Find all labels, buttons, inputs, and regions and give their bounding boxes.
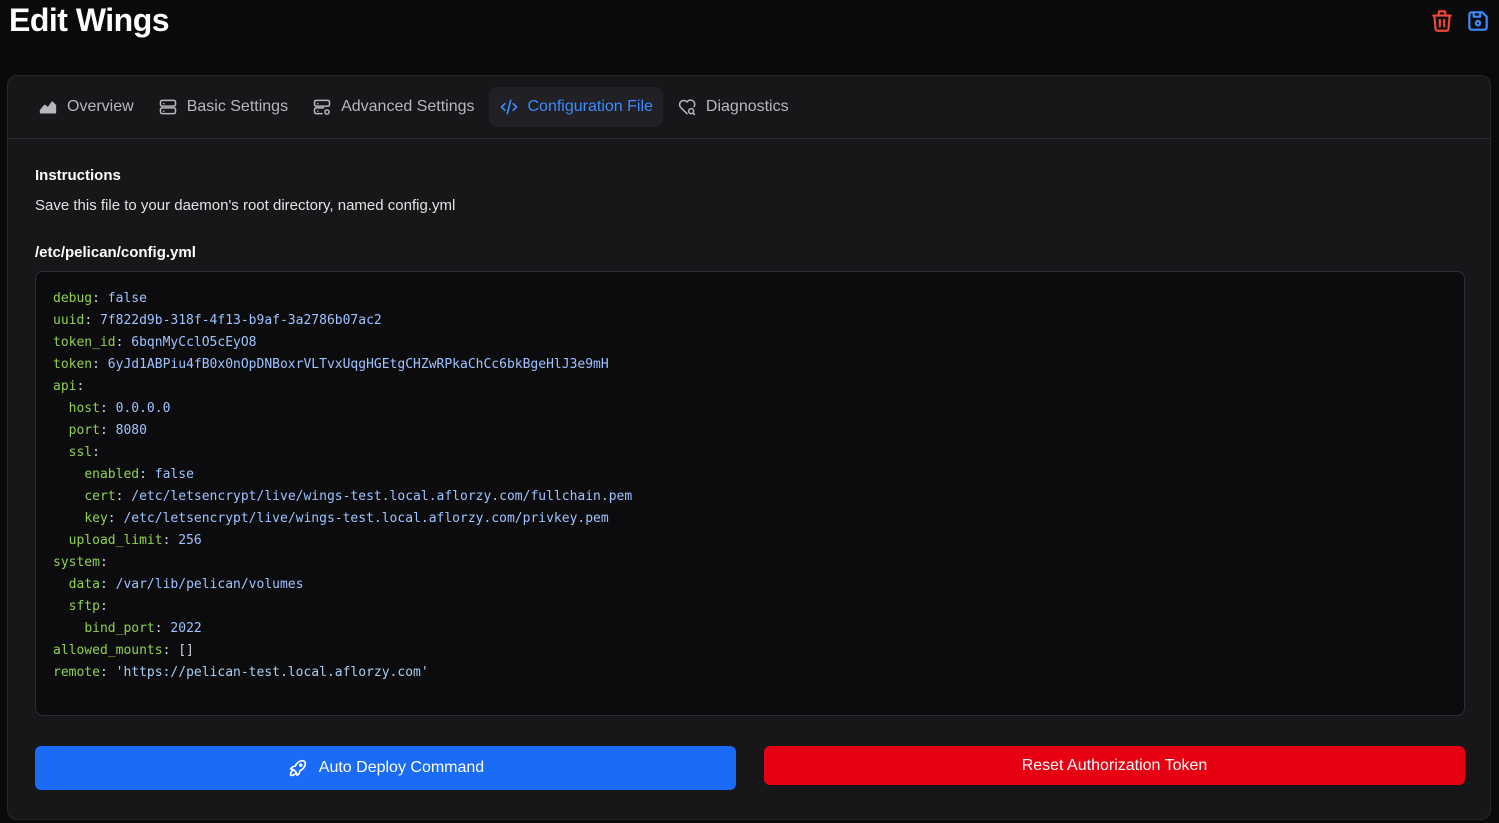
trash-icon [1432, 10, 1452, 32]
code-line: host: 0.0.0.0 [68, 401, 171, 416]
code-line: allowed_mounts: [] [53, 643, 194, 658]
heart-search-icon [678, 99, 696, 116]
yaml-key: bind_port [84, 621, 155, 636]
auto-deploy-button[interactable]: Auto Deploy Command [35, 746, 736, 790]
save-button[interactable] [1465, 8, 1491, 34]
yaml-value: 7f822d9b-318f-4f13-b9af-3a2786b07ac2 [99, 313, 382, 328]
yaml-key: upload_limit [68, 533, 163, 548]
yaml-value: /etc/letsencrypt/live/wings-test.local.a… [123, 511, 609, 526]
reset-token-label: Reset Authorization Token [1021, 756, 1208, 774]
tab-content: Instructions Save this file to your daem… [8, 139, 1490, 716]
code-line: ssl: [68, 445, 100, 460]
tab-label: Advanced Settings [341, 98, 475, 115]
auto-deploy-label: Auto Deploy Command [318, 759, 485, 776]
yaml-key: remote [53, 665, 100, 680]
yaml-value: 0.0.0.0 [115, 401, 171, 416]
device-floppy-icon [1468, 11, 1488, 31]
code-line: data: /var/lib/pelican/volumes [68, 577, 304, 592]
edit-card: Overview Basic Settings Advanced Setting… [7, 75, 1491, 820]
yaml-key: sftp [68, 599, 100, 614]
yaml-value: 'https://pelican-test.local.aflorzy.com' [115, 665, 429, 680]
yaml-key: cert [84, 489, 116, 504]
yaml-key: enabled [84, 467, 140, 482]
server-icon [159, 99, 176, 115]
tab-diagnostics[interactable]: Diagnostics [667, 87, 799, 127]
yaml-value: /var/lib/pelican/volumes [115, 577, 304, 592]
tab-label: Diagnostics [705, 98, 789, 115]
yaml-key: token_id [53, 335, 116, 350]
code-line: api: [53, 379, 85, 394]
yaml-key: system [53, 555, 100, 570]
instructions-heading: Instructions [35, 167, 121, 184]
code-line: port: 8080 [68, 423, 147, 438]
server-cog-icon [313, 99, 331, 115]
yaml-key: allowed_mounts [53, 643, 163, 658]
page-title: Edit Wings [9, 2, 170, 38]
config-file-path: /etc/pelican/config.yml [35, 244, 196, 261]
yaml-key: uuid [53, 313, 85, 328]
yaml-key: key [84, 511, 108, 526]
chart-area-icon [39, 101, 57, 114]
code-line: sftp: [68, 599, 108, 614]
action-buttons: Auto Deploy Command Reset Authorization … [35, 746, 1465, 790]
code-icon [500, 99, 517, 115]
delete-button[interactable] [1429, 8, 1455, 34]
code-line: remote: 'https://pelican-test.local.aflo… [53, 665, 429, 680]
tab-configuration-file[interactable]: Configuration File [488, 87, 663, 127]
tab-overview[interactable]: Overview [28, 87, 144, 127]
tab-basic-settings[interactable]: Basic Settings [148, 87, 298, 127]
config-code-editor[interactable]: debug: false uuid: 7f822d9b-318f-4f13-b9a… [35, 271, 1465, 716]
yaml-key: token [53, 357, 93, 372]
tab-label: Basic Settings [186, 98, 289, 115]
tab-advanced-settings[interactable]: Advanced Settings [302, 87, 484, 127]
yaml-value: /etc/letsencrypt/live/wings-test.local.a… [131, 489, 633, 504]
yaml-value: 6yJd1ABPiu4fB0x0nOpDNBoxrVLTvxUqgHGEtgCH… [107, 357, 609, 372]
code-line: token_id: 6bqnMyCclO5cEyO8 [53, 335, 257, 350]
yaml-key: ssl [68, 445, 93, 460]
tab-label: Overview [67, 98, 134, 115]
yaml-key: host [68, 401, 100, 416]
yaml-value: false [154, 467, 194, 482]
code-line: debug: false [53, 291, 147, 306]
reset-token-button[interactable]: Reset Authorization Token [764, 746, 1465, 785]
yaml-value: 2022 [170, 621, 202, 636]
code-line: uuid: 7f822d9b-318f-4f13-b9af-3a2786b07a… [53, 313, 382, 328]
code-line: upload_limit: 256 [68, 533, 202, 548]
yaml-value: [] [178, 643, 194, 658]
instructions-text: Save this file to your daemon's root dir… [35, 197, 456, 214]
code-line: token: 6yJd1ABPiu4fB0x0nOpDNBoxrVLTvxUqg… [53, 357, 609, 372]
tab-label: Configuration File [527, 98, 653, 115]
code-line: system: [53, 555, 108, 570]
yaml-value: 256 [178, 533, 202, 548]
rocket-icon [289, 759, 306, 777]
yaml-value: false [107, 291, 147, 306]
code-line: bind_port: 2022 [84, 621, 202, 636]
yaml-key: debug [53, 291, 93, 306]
yaml-key: data [68, 577, 100, 592]
yaml-value: 8080 [115, 423, 147, 438]
code-line: enabled: false [84, 467, 194, 482]
yaml-key: port [68, 423, 100, 438]
yaml-key: api [53, 379, 77, 394]
yaml-value: 6bqnMyCclO5cEyO8 [131, 335, 257, 350]
tab-bar: Overview Basic Settings Advanced Setting… [8, 76, 1490, 139]
header-actions [1429, 8, 1491, 34]
code-line: cert: /etc/letsencrypt/live/wings-test.l… [84, 489, 633, 504]
code-line: key: /etc/letsencrypt/live/wings-test.lo… [84, 511, 609, 526]
